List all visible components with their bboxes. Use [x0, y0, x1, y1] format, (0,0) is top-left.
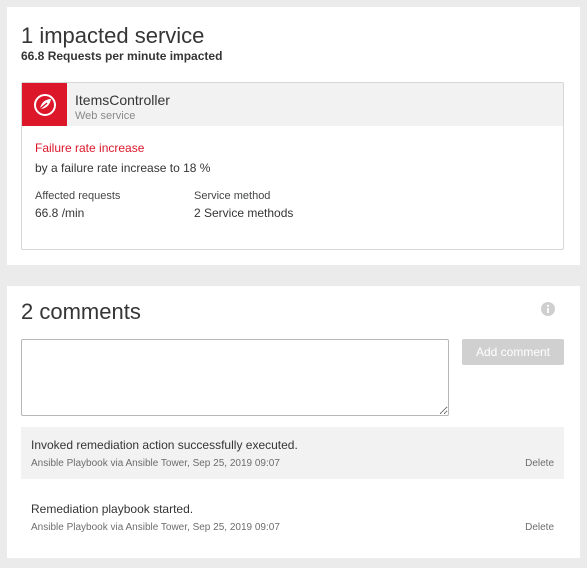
affected-requests-value: 66.8 /min — [35, 206, 85, 220]
spring-leaf-icon — [22, 83, 67, 126]
failure-description: by a failure rate increase to 18 % — [35, 161, 211, 175]
service-panel: ItemsController Web service Failure rate… — [21, 82, 564, 250]
comment-item: Invoked remediation action successfully … — [21, 427, 564, 479]
impacted-subtitle: 66.8 Requests per minute impacted — [21, 49, 223, 63]
impacted-services-card: 1 impacted service 66.8 Requests per min… — [7, 7, 580, 265]
comment-text: Remediation playbook started. — [31, 502, 194, 516]
add-comment-button[interactable]: Add comment — [462, 339, 564, 365]
delete-comment-link[interactable]: Delete — [525, 522, 554, 533]
comments-card: 2 comments Add comment Invoked remediati… — [7, 286, 580, 558]
failure-title: Failure rate increase — [35, 141, 145, 155]
service-header[interactable]: ItemsController Web service — [22, 83, 563, 126]
impacted-title: 1 impacted service — [21, 23, 205, 48]
comment-meta: Ansible Playbook via Ansible Tower, Sep … — [31, 458, 280, 469]
service-method-value[interactable]: 2 Service methods — [194, 206, 293, 220]
affected-requests-label: Affected requests — [35, 190, 121, 202]
comment-textarea[interactable] — [21, 339, 449, 416]
service-type: Web service — [75, 110, 136, 122]
service-name-link[interactable]: ItemsController — [75, 92, 170, 108]
spring-leaf-svg — [33, 93, 56, 116]
service-method-label: Service method — [194, 190, 271, 202]
info-icon[interactable] — [541, 302, 555, 316]
comment-meta: Ansible Playbook via Ansible Tower, Sep … — [31, 522, 280, 533]
comment-text: Invoked remediation action successfully … — [31, 438, 298, 452]
comment-item: Remediation playbook started. Ansible Pl… — [21, 491, 564, 543]
comments-title: 2 comments — [21, 299, 141, 324]
info-icon-svg — [541, 302, 555, 316]
delete-comment-link[interactable]: Delete — [525, 458, 554, 469]
